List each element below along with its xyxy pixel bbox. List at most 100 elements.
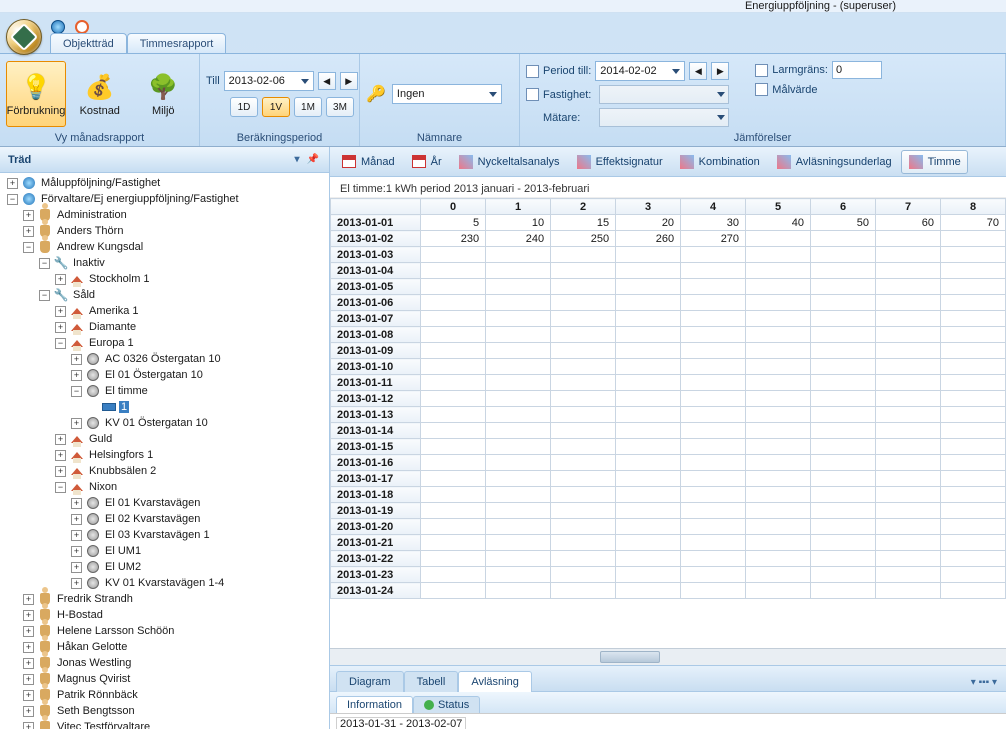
cell[interactable] bbox=[616, 567, 681, 583]
cell[interactable] bbox=[551, 519, 616, 535]
cell[interactable] bbox=[746, 391, 811, 407]
cell[interactable] bbox=[941, 487, 1006, 503]
cell[interactable] bbox=[486, 407, 551, 423]
malvarde-checkbox[interactable] bbox=[755, 83, 768, 96]
tree-node[interactable]: +KV 01 Kvarstavägen 1-4 bbox=[0, 575, 329, 591]
cell[interactable] bbox=[681, 279, 746, 295]
tree-node[interactable]: −El timme bbox=[0, 383, 329, 399]
matare-combo[interactable] bbox=[599, 108, 729, 127]
cell[interactable] bbox=[421, 391, 486, 407]
fastighet-checkbox[interactable] bbox=[526, 88, 539, 101]
cell[interactable] bbox=[746, 455, 811, 471]
larmgrans-checkbox[interactable] bbox=[755, 64, 768, 77]
cell[interactable] bbox=[876, 471, 941, 487]
cell[interactable] bbox=[941, 423, 1006, 439]
tree-node[interactable]: +Diamante bbox=[0, 319, 329, 335]
cell[interactable] bbox=[811, 231, 876, 247]
column-header[interactable]: 6 bbox=[811, 199, 876, 215]
cell[interactable] bbox=[616, 583, 681, 599]
table-row[interactable]: 2013-01-24 bbox=[331, 583, 1006, 599]
tree-node[interactable]: +Patrik Rönnbäck bbox=[0, 687, 329, 703]
table-row[interactable]: 2013-01-22 bbox=[331, 551, 1006, 567]
tree-node[interactable]: −🔧Inaktiv bbox=[0, 255, 329, 271]
tree-node[interactable]: +Administration bbox=[0, 207, 329, 223]
cell[interactable] bbox=[876, 519, 941, 535]
tree-node[interactable]: +El 03 Kvarstavägen 1 bbox=[0, 527, 329, 543]
cell[interactable] bbox=[876, 551, 941, 567]
cell[interactable] bbox=[941, 567, 1006, 583]
tree-node[interactable]: +El 02 Kvarstavägen bbox=[0, 511, 329, 527]
cell[interactable] bbox=[941, 551, 1006, 567]
tree-node[interactable]: +Vitec Testförvaltare bbox=[0, 719, 329, 729]
tree-menu-button[interactable]: ▾ bbox=[289, 152, 305, 168]
tree-node[interactable]: +AC 0326 Östergatan 10 bbox=[0, 351, 329, 367]
cell[interactable] bbox=[941, 391, 1006, 407]
cell[interactable] bbox=[681, 471, 746, 487]
expander[interactable]: − bbox=[71, 386, 82, 397]
infotab-status[interactable]: Status bbox=[413, 696, 480, 713]
cell[interactable] bbox=[616, 439, 681, 455]
cell[interactable] bbox=[421, 247, 486, 263]
expander[interactable]: + bbox=[71, 370, 82, 381]
cell[interactable]: 20 bbox=[616, 215, 681, 231]
column-header[interactable]: 2 bbox=[551, 199, 616, 215]
kostnad-button[interactable]: 💰 Kostnad bbox=[70, 61, 130, 127]
cell[interactable] bbox=[941, 519, 1006, 535]
cell[interactable]: 260 bbox=[616, 231, 681, 247]
cell[interactable] bbox=[941, 503, 1006, 519]
cell[interactable] bbox=[941, 439, 1006, 455]
cell[interactable] bbox=[421, 567, 486, 583]
cell[interactable] bbox=[681, 295, 746, 311]
cell[interactable] bbox=[486, 487, 551, 503]
subtab-avlasning[interactable]: Avläsning bbox=[458, 671, 532, 692]
cell[interactable] bbox=[681, 583, 746, 599]
cell[interactable] bbox=[616, 391, 681, 407]
cell[interactable] bbox=[876, 247, 941, 263]
expander[interactable]: + bbox=[71, 546, 82, 557]
cell[interactable] bbox=[486, 503, 551, 519]
cell[interactable]: 50 bbox=[811, 215, 876, 231]
cell[interactable] bbox=[811, 551, 876, 567]
tree-node[interactable]: +Måluppföljning/Fastighet bbox=[0, 175, 329, 191]
cell[interactable] bbox=[616, 503, 681, 519]
tree-node[interactable]: +KV 01 Östergatan 10 bbox=[0, 415, 329, 431]
tree-node[interactable]: +Helsingfors 1 bbox=[0, 447, 329, 463]
tree-node[interactable]: +Anders Thörn bbox=[0, 223, 329, 239]
cell[interactable] bbox=[941, 455, 1006, 471]
cell[interactable] bbox=[746, 471, 811, 487]
cell[interactable] bbox=[876, 295, 941, 311]
tree-node[interactable]: +El UM2 bbox=[0, 559, 329, 575]
cell[interactable] bbox=[876, 455, 941, 471]
cell[interactable] bbox=[811, 583, 876, 599]
cell[interactable] bbox=[551, 247, 616, 263]
tree-node[interactable]: +Håkan Gelotte bbox=[0, 639, 329, 655]
expander[interactable]: + bbox=[23, 642, 34, 653]
viewtab-manad[interactable]: Månad bbox=[334, 150, 402, 174]
cell[interactable] bbox=[876, 327, 941, 343]
expander[interactable]: + bbox=[23, 690, 34, 701]
expander[interactable]: + bbox=[71, 498, 82, 509]
expander[interactable]: + bbox=[55, 322, 66, 333]
cell[interactable] bbox=[941, 407, 1006, 423]
cell[interactable] bbox=[876, 311, 941, 327]
cell[interactable] bbox=[876, 231, 941, 247]
cell[interactable] bbox=[876, 279, 941, 295]
cell[interactable]: 270 bbox=[681, 231, 746, 247]
row-header[interactable]: 2013-01-24 bbox=[331, 583, 421, 599]
cell[interactable] bbox=[941, 295, 1006, 311]
cell[interactable] bbox=[551, 311, 616, 327]
cell[interactable] bbox=[876, 375, 941, 391]
expander[interactable]: + bbox=[23, 210, 34, 221]
cell[interactable] bbox=[876, 535, 941, 551]
cell[interactable] bbox=[746, 295, 811, 311]
tree[interactable]: +Måluppföljning/Fastighet−Förvaltare/Ej … bbox=[0, 173, 329, 729]
cell[interactable] bbox=[811, 471, 876, 487]
cell[interactable] bbox=[681, 535, 746, 551]
row-header[interactable]: 2013-01-04 bbox=[331, 263, 421, 279]
cell[interactable]: 60 bbox=[876, 215, 941, 231]
cell[interactable] bbox=[551, 343, 616, 359]
date-next-button[interactable]: ▶ bbox=[340, 72, 358, 90]
cell[interactable] bbox=[941, 311, 1006, 327]
row-header[interactable]: 2013-01-08 bbox=[331, 327, 421, 343]
cell[interactable] bbox=[551, 439, 616, 455]
